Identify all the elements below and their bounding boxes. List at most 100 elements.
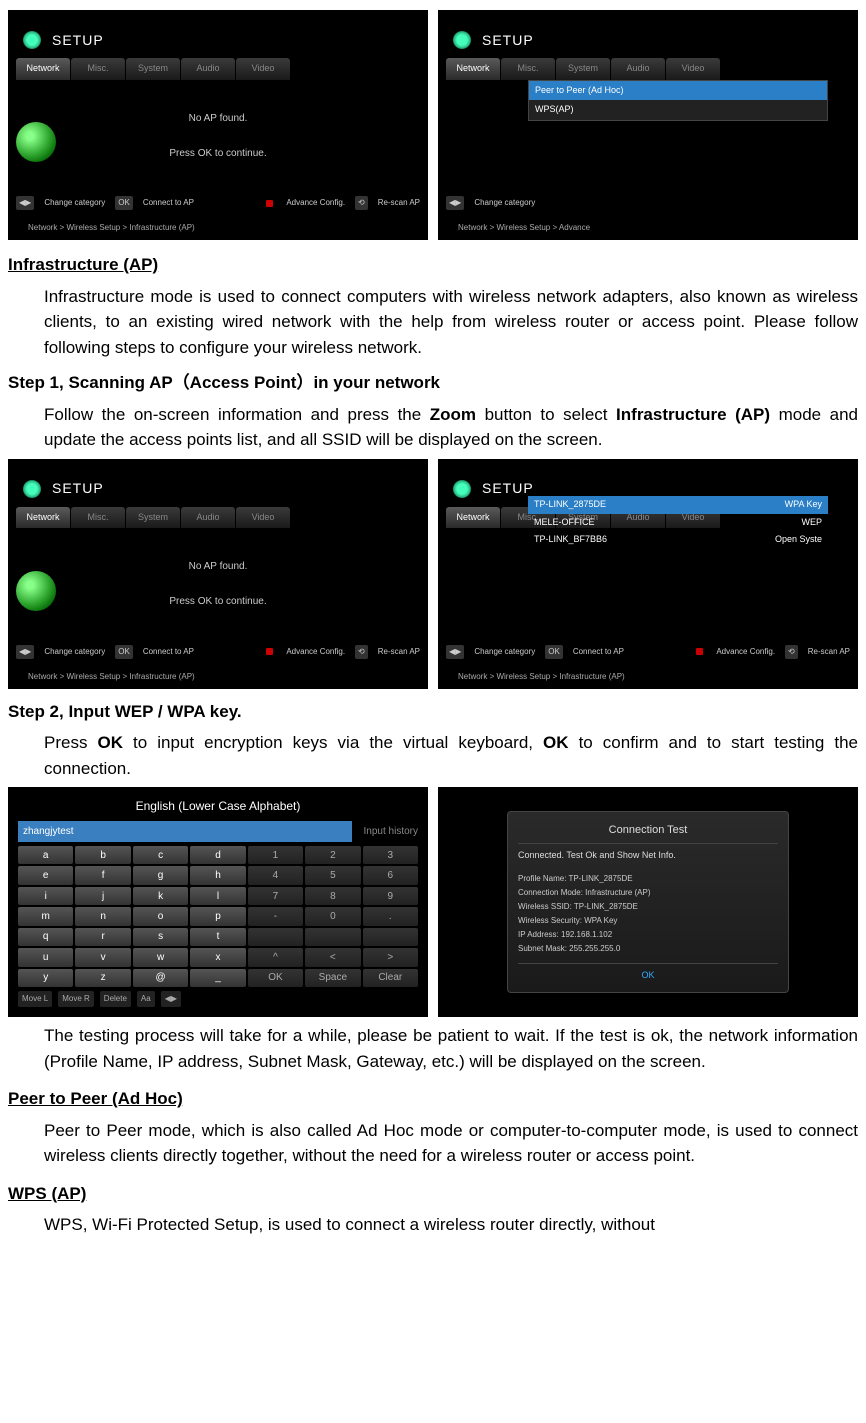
keyboard-key[interactable]: j [75, 887, 130, 905]
keyboard-key[interactable]: < [305, 948, 360, 966]
kb-btn-nav[interactable]: ◀▶ [161, 991, 181, 1007]
kb-btn-delete[interactable]: Delete [100, 991, 131, 1007]
keyboard-key[interactable]: u [18, 948, 73, 966]
keyboard-key[interactable]: 7 [248, 887, 303, 905]
keyboard-key[interactable]: v [75, 948, 130, 966]
keyboard-key[interactable]: q [18, 928, 73, 946]
keyboard-key[interactable]: _ [190, 969, 245, 987]
keyboard-key[interactable]: w [133, 948, 188, 966]
ap-ssid: MELE-OFFICE [534, 516, 595, 530]
conn-profile: Profile Name: TP-LINK_2875DE [518, 873, 778, 885]
tab-audio[interactable]: Audio [181, 58, 235, 80]
keyboard-key[interactable]: s [133, 928, 188, 946]
keyboard-key[interactable]: 8 [305, 887, 360, 905]
keyboard-key[interactable]: a [18, 846, 73, 864]
tab-misc[interactable]: Misc. [71, 507, 125, 529]
keyboard-key[interactable]: t [190, 928, 245, 946]
keyboard-key[interactable]: b [75, 846, 130, 864]
keyboard-key[interactable]: i [18, 887, 73, 905]
dropdown-wps[interactable]: WPS(AP) [529, 100, 827, 120]
tab-network[interactable]: Network [446, 507, 500, 529]
setup-title: SETUP [52, 478, 104, 499]
keyboard-key[interactable]: > [363, 948, 418, 966]
keyboard-key[interactable]: r [75, 928, 130, 946]
tab-misc[interactable]: Misc. [501, 58, 555, 80]
kb-btn-case[interactable]: Aa [137, 991, 155, 1007]
keyboard-key[interactable]: 9 [363, 887, 418, 905]
footer-change-cat: Change category [474, 646, 535, 658]
keyboard-key[interactable]: Space [305, 969, 360, 987]
keyboard-key[interactable]: @ [133, 969, 188, 987]
keyboard-key[interactable]: z [75, 969, 130, 987]
tab-network[interactable]: Network [16, 58, 70, 80]
keyboard-key[interactable] [305, 928, 360, 946]
footer-rescan: Re-scan AP [378, 197, 420, 209]
keyboard-key[interactable]: Clear [363, 969, 418, 987]
tab-video[interactable]: Video [236, 58, 290, 80]
keyboard-key[interactable]: 3 [363, 846, 418, 864]
gear-icon [20, 477, 44, 501]
keyboard-key[interactable]: 1 [248, 846, 303, 864]
keyboard-key[interactable]: 5 [305, 866, 360, 884]
connection-panel: Connection Test Connected. Test Ok and S… [507, 811, 789, 994]
key-ok-icon: OK [115, 196, 133, 210]
mode-dropdown[interactable]: Peer to Peer (Ad Hoc) WPS(AP) [528, 80, 828, 121]
keyboard-key[interactable]: x [190, 948, 245, 966]
setup-title: SETUP [52, 30, 104, 51]
keyboard-key[interactable]: k [133, 887, 188, 905]
keyboard-key[interactable]: l [190, 887, 245, 905]
keyboard-input[interactable]: zhangjytest [18, 821, 352, 842]
tab-system[interactable]: System [556, 58, 610, 80]
breadcrumb: Network > Wireless Setup > Infrastructur… [8, 671, 428, 689]
keyboard-key[interactable]: n [75, 907, 130, 925]
keyboard-key[interactable]: o [133, 907, 188, 925]
tab-system[interactable]: System [126, 507, 180, 529]
tab-video[interactable]: Video [236, 507, 290, 529]
ap-ssid: TP-LINK_BF7BB6 [534, 533, 607, 547]
keyboard-key[interactable]: y [18, 969, 73, 987]
keyboard-key[interactable]: e [18, 866, 73, 884]
tab-audio[interactable]: Audio [181, 507, 235, 529]
ap-row[interactable]: MELE-OFFICE WEP [528, 514, 828, 532]
screenshot-setup-noap2: SETUP Network Misc. System Audio Video N… [8, 459, 428, 689]
footer-connect: Connect to AP [143, 646, 194, 658]
keyboard-key[interactable] [363, 928, 418, 946]
key-rescan-icon: ⟲ [355, 196, 368, 210]
keyboard-key[interactable]: 0 [305, 907, 360, 925]
tab-network[interactable]: Network [16, 507, 70, 529]
tab-network[interactable]: Network [446, 58, 500, 80]
keyboard-key[interactable]: g [133, 866, 188, 884]
press-ok-msg: Press OK to continue. [169, 594, 266, 609]
keyboard-key[interactable]: OK [248, 969, 303, 987]
tab-system[interactable]: System [126, 58, 180, 80]
keyboard-key[interactable]: c [133, 846, 188, 864]
dropdown-peer[interactable]: Peer to Peer (Ad Hoc) [529, 81, 827, 101]
conn-security: Wireless Security: WPA Key [518, 915, 778, 927]
keyboard-key[interactable]: ^ [248, 948, 303, 966]
keyboard-key[interactable]: 2 [305, 846, 360, 864]
para-step2: Press OK to input encryption keys via th… [44, 730, 858, 781]
keyboard-key[interactable]: m [18, 907, 73, 925]
keyboard-history[interactable]: Input history [364, 821, 418, 842]
tab-audio[interactable]: Audio [611, 58, 665, 80]
keyboard-key[interactable]: 4 [248, 866, 303, 884]
kb-btn-mover[interactable]: Move R [58, 991, 94, 1007]
ap-row[interactable]: TP-LINK_2875DE WPA Key [528, 496, 828, 514]
keyboard-key[interactable] [248, 928, 303, 946]
keyboard-key[interactable]: - [248, 907, 303, 925]
connection-ok-button[interactable]: OK [518, 963, 778, 983]
keyboard-key[interactable]: 6 [363, 866, 418, 884]
tab-video[interactable]: Video [666, 58, 720, 80]
kb-btn-movel[interactable]: Move L [18, 991, 52, 1007]
keyboard-key[interactable]: . [363, 907, 418, 925]
footer-rescan: Re-scan AP [378, 646, 420, 658]
tab-misc[interactable]: Misc. [71, 58, 125, 80]
keyboard-key[interactable]: p [190, 907, 245, 925]
conn-ssid: Wireless SSID: TP-LINK_2875DE [518, 901, 778, 913]
ap-list[interactable]: TP-LINK_2875DE WPA Key MELE-OFFICE WEP T… [528, 496, 828, 549]
no-ap-msg: No AP found. [189, 559, 248, 574]
keyboard-key[interactable]: f [75, 866, 130, 884]
keyboard-key[interactable]: h [190, 866, 245, 884]
keyboard-key[interactable]: d [190, 846, 245, 864]
ap-row[interactable]: TP-LINK_BF7BB6 Open Syste [528, 531, 828, 549]
